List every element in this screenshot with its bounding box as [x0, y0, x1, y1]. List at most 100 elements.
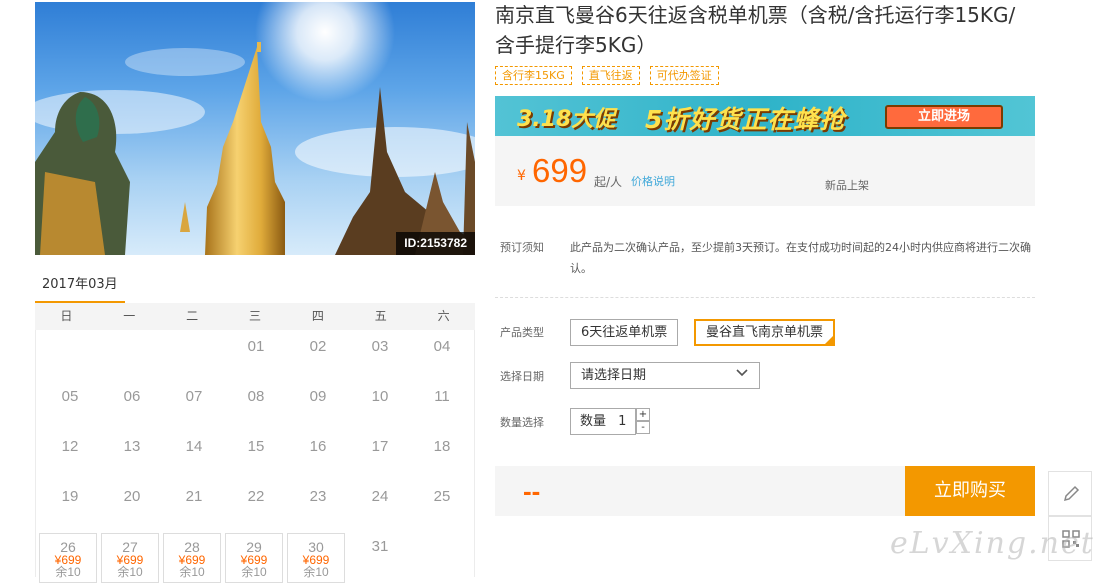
calendar-grid: 01 02 03 04 05 06 07 08 09 10 11 12 13 14 15 16 17 18 19 20…: [35, 330, 475, 583]
calendar-day: 01: [225, 330, 287, 380]
buy-bar: -- 立即购买: [495, 466, 1035, 516]
weekday-label: 六: [437, 309, 450, 323]
calendar-day-number: 31: [371, 538, 389, 555]
product-type-option-bangkok-nanjing[interactable]: 曼谷直飞南京单机票: [694, 319, 836, 346]
calendar-day: 21: [163, 480, 225, 530]
calendar-day-number: 09: [309, 388, 327, 405]
calendar-day-number: 13: [123, 438, 141, 455]
weekday-label: 五: [374, 309, 387, 323]
calendar-day-number: 23: [309, 488, 327, 505]
price-explain-link[interactable]: 价格说明: [631, 173, 675, 189]
calendar-day-available[interactable]: 27 ¥699 余10: [101, 533, 159, 583]
promo-main-text: 5折好货正在蜂抢: [645, 105, 846, 134]
promo-banner[interactable]: 3.18大促 5折好货正在蜂抢 立即进场: [495, 96, 1035, 136]
calendar-day-stock: 余10: [241, 565, 267, 579]
calendar-day: 03: [349, 330, 411, 380]
calendar-day-number: 08: [247, 388, 265, 405]
calendar-day-available[interactable]: 30 ¥699 余10: [287, 533, 345, 583]
calendar-day: 24: [349, 480, 411, 530]
quantity-plus-button[interactable]: +: [636, 408, 650, 421]
calendar-day-number: 30: [308, 539, 324, 555]
date-label: 选择日期: [500, 370, 544, 383]
calendar-day-stock: 余10: [117, 565, 143, 579]
calendar-day-number: 27: [122, 539, 138, 555]
calendar-day: 06: [101, 380, 163, 430]
calendar-day-number: 19: [61, 488, 79, 505]
weekday-label: 一: [123, 309, 136, 323]
calendar-day: 16: [287, 430, 349, 480]
calendar-day-available[interactable]: 29 ¥699 余10: [225, 533, 283, 583]
weekday-label: 二: [186, 309, 199, 323]
calendar-day: 12: [39, 430, 101, 480]
calendar-day-number: 21: [185, 488, 203, 505]
calendar-day-number: 29: [246, 539, 262, 555]
calendar-day: 17: [349, 430, 411, 480]
calendar-day-number: 11: [434, 388, 450, 405]
quantity-field[interactable]: 数量 1: [570, 408, 636, 435]
currency-symbol: ¥: [517, 168, 526, 184]
calendar-header: 2017年03月: [35, 274, 475, 304]
calendar-day-number: 17: [371, 438, 389, 455]
promo-enter-button[interactable]: 立即进场: [885, 105, 1003, 129]
weekday-label: 三: [249, 309, 262, 323]
calendar-day-number: 12: [61, 438, 79, 455]
calendar-day-number: 25: [433, 488, 451, 505]
calendar-day: 14: [163, 430, 225, 480]
tag-luggage: 含行李15KG: [495, 66, 572, 85]
calendar-day: 25: [411, 480, 473, 530]
calendar-day-stock: 余10: [55, 565, 81, 579]
calendar-day-number: 20: [123, 488, 141, 505]
calendar-day-available[interactable]: 26 ¥699 余10: [39, 533, 97, 583]
promo-date-text: 3.18大促: [517, 107, 616, 132]
calendar-day-stock: 余10: [303, 565, 329, 579]
calendar-day-number: 16: [309, 438, 327, 455]
calendar-day: 02: [287, 330, 349, 380]
calendar-day: 11: [411, 380, 473, 430]
image-id-badge: ID:2153782: [396, 232, 475, 255]
calendar-day-stock: 余10: [179, 565, 205, 579]
calendar-month-tab[interactable]: 2017年03月: [35, 274, 125, 304]
calendar-day: 31: [349, 530, 411, 580]
calendar-day: 05: [39, 380, 101, 430]
chevron-down-icon: [736, 369, 748, 377]
calendar-day: 13: [101, 430, 163, 480]
calendar-day: 18: [411, 430, 473, 480]
tag-direct-flight: 直飞往返: [581, 66, 640, 85]
calendar-day-number: 15: [247, 438, 265, 455]
temple-illustration: [35, 2, 475, 255]
calendar-day-number: 14: [185, 438, 203, 455]
product-type-option-roundtrip[interactable]: 6天往返单机票: [570, 319, 679, 346]
buy-now-button[interactable]: 立即购买: [905, 466, 1035, 516]
date-select-placeholder: 请选择日期: [581, 368, 647, 383]
product-type-label: 产品类型: [500, 326, 544, 339]
calendar-day-number: 28: [184, 539, 200, 555]
calendar-day: 19: [39, 480, 101, 530]
calendar-day-number: 05: [61, 388, 79, 405]
calendar-day-number: 06: [123, 388, 141, 405]
calendar-day: 07: [163, 380, 225, 430]
calendar-day-number: 10: [371, 388, 389, 405]
weekday-label: 日: [60, 309, 73, 323]
calendar-day-number: 04: [433, 338, 451, 355]
calendar-day-number: 02: [309, 338, 327, 355]
tag-visa: 可代办签证: [649, 66, 719, 85]
quantity-label: 数量选择: [500, 416, 544, 429]
price-unit: 起/人: [594, 175, 623, 189]
new-product-label: 新品上架: [825, 179, 869, 192]
calendar-day-number: 18: [433, 438, 451, 455]
calendar-day-available[interactable]: 28 ¥699 余10: [163, 533, 221, 583]
quantity-minus-button[interactable]: -: [636, 421, 650, 434]
booking-notice-text: 此产品为二次确认产品，至少提前3天预订。在支付成功时间起的24小时内供应商将进行…: [570, 241, 1031, 275]
site-watermark: eLvXing.net: [890, 526, 1095, 561]
date-select[interactable]: 请选择日期: [570, 362, 760, 389]
calendar-day: 04: [411, 330, 473, 380]
feedback-tool[interactable]: [1048, 471, 1092, 516]
booking-notice-label: 预订须知: [500, 241, 544, 254]
weekday-label: 四: [311, 309, 324, 323]
calendar-day-number: 24: [371, 488, 389, 505]
pencil-icon: [1063, 485, 1080, 502]
calendar-weekdays: 日一二三四五六: [35, 303, 475, 330]
quantity-prefix: 数量: [580, 414, 607, 429]
calendar-day: 15: [225, 430, 287, 480]
calendar-day: 10: [349, 380, 411, 430]
